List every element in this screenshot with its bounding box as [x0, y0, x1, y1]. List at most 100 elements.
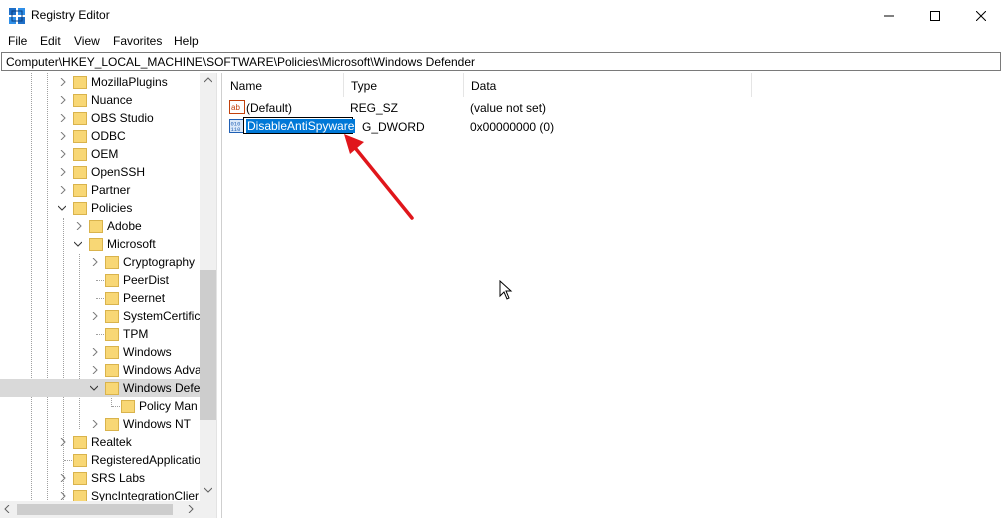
tree-item-label: RegisteredApplicatio — [91, 453, 202, 467]
scroll-right-icon[interactable] — [188, 505, 194, 513]
folder-icon — [73, 76, 87, 89]
address-bar[interactable]: Computer\HKEY_LOCAL_MACHINE\SOFTWARE\Pol… — [1, 52, 1001, 71]
menu-file[interactable]: File — [8, 34, 27, 48]
folder-icon — [105, 382, 119, 395]
tree-item-label: Partner — [91, 183, 131, 197]
scrollbar-corner — [200, 501, 216, 518]
tree-item-nuance[interactable]: Nuance — [0, 91, 200, 109]
value-data: 0x00000000 (0) — [470, 120, 555, 134]
tree-item-systemcertificates[interactable]: SystemCertific — [0, 307, 200, 325]
registry-editor-icon — [9, 8, 25, 24]
column-header-name[interactable]: Name — [222, 73, 344, 97]
tree-item-windows-nt[interactable]: Windows NT — [0, 415, 200, 433]
chevron-right-icon — [60, 96, 66, 104]
tree-item-openssh[interactable]: OpenSSH — [0, 163, 200, 181]
rename-input[interactable]: DisableAntiSpyware — [243, 117, 356, 134]
scroll-left-icon[interactable] — [4, 505, 10, 513]
folder-icon — [105, 328, 119, 341]
tree-item-label: TPM — [123, 327, 149, 341]
value-type: REG_SZ — [350, 101, 399, 115]
tree-item-cryptography[interactable]: Cryptography — [0, 253, 200, 271]
tree-item-label: Realtek — [91, 435, 132, 449]
tree-item-srs-labs[interactable]: SRS Labs — [0, 469, 200, 487]
maximize-icon — [930, 10, 940, 21]
tree-item-label: Cryptography — [123, 255, 196, 269]
tree-item-odbc[interactable]: ODBC — [0, 127, 200, 145]
tree-item-windows-defender[interactable]: Windows Defe — [0, 379, 200, 397]
tree-item-label: Windows NT — [123, 417, 192, 431]
tree-item-label: Windows Defe — [123, 381, 201, 395]
address-path: Computer\HKEY_LOCAL_MACHINE\SOFTWARE\Pol… — [6, 55, 476, 69]
close-button[interactable] — [958, 0, 1004, 31]
chevron-right-icon — [60, 438, 66, 446]
tree-item-microsoft[interactable]: Microsoft — [0, 235, 200, 253]
column-header-data[interactable]: Data — [463, 73, 752, 97]
tree-item-label: Policies — [91, 201, 133, 215]
window-title: Registry Editor — [31, 8, 110, 22]
tree-item-label: OpenSSH — [91, 165, 146, 179]
folder-icon — [73, 130, 87, 143]
folder-icon — [121, 400, 135, 413]
tree-item-policy-manager[interactable]: Policy Man — [0, 397, 200, 415]
folder-icon — [105, 292, 119, 305]
svg-text:110: 110 — [231, 126, 241, 133]
tree-item-peerdist[interactable]: PeerDist — [0, 271, 200, 289]
menu-bar: File Edit View Favorites Help — [0, 31, 1004, 51]
tree-item-adobe[interactable]: Adobe — [0, 217, 200, 235]
chevron-right-icon — [60, 474, 66, 482]
chevron-down-icon — [74, 241, 82, 247]
chevron-right-icon — [92, 366, 98, 374]
tree-item-windows-advanced[interactable]: Windows Adva — [0, 361, 202, 379]
chevron-right-icon — [92, 348, 98, 356]
tree-item-mozillaplugins[interactable]: MozillaPlugins — [0, 73, 200, 91]
folder-icon — [73, 472, 87, 485]
menu-favorites[interactable]: Favorites — [113, 34, 162, 48]
tree-item-policies[interactable]: Policies — [0, 199, 200, 217]
minimize-button[interactable] — [866, 0, 912, 31]
value-row[interactable]: ab (Default) REG_SZ (value not set) — [222, 98, 1004, 116]
tree-item-peernet[interactable]: Peernet — [0, 289, 200, 307]
tree-item-label: OEM — [91, 147, 119, 161]
rename-input-selection: DisableAntiSpyware — [246, 119, 356, 133]
menu-view[interactable]: View — [74, 34, 100, 48]
menu-edit[interactable]: Edit — [40, 34, 61, 48]
tree-horizontal-scrollbar[interactable] — [0, 501, 200, 518]
folder-icon — [73, 166, 87, 179]
chevron-right-icon — [60, 186, 66, 194]
menu-help[interactable]: Help — [174, 34, 199, 48]
tree-item-realtek[interactable]: Realtek — [0, 433, 200, 451]
folder-icon — [89, 220, 103, 233]
tree-item-label: Peernet — [123, 291, 166, 305]
maximize-button[interactable] — [912, 0, 958, 31]
folder-icon — [105, 346, 119, 359]
tree-item-label: SystemCertific — [123, 309, 201, 323]
tree-vertical-scroll-thumb[interactable] — [200, 270, 216, 420]
tree-item-label: Policy Man — [139, 399, 198, 413]
tree-item-oem[interactable]: OEM — [0, 145, 200, 163]
tree-item-windows[interactable]: Windows — [0, 343, 200, 361]
registry-tree[interactable]: MozillaPlugins Nuance OBS Studio ODBC OE… — [0, 73, 217, 518]
values-list[interactable]: Name Type Data ab (Default) REG_SZ (valu… — [221, 73, 1004, 518]
scroll-down-icon[interactable] — [204, 487, 212, 493]
tree-item-partner[interactable]: Partner — [0, 181, 200, 199]
tree-item-tpm[interactable]: TPM — [0, 325, 200, 343]
folder-icon — [73, 94, 87, 107]
tree-item-obs-studio[interactable]: OBS Studio — [0, 109, 200, 127]
folder-icon — [105, 256, 119, 269]
chevron-right-icon — [92, 420, 98, 428]
tree-vertical-scrollbar[interactable] — [200, 73, 216, 501]
folder-icon — [105, 310, 119, 323]
scroll-up-icon[interactable] — [204, 77, 212, 83]
tree-horizontal-scroll-thumb[interactable] — [17, 504, 173, 515]
chevron-right-icon — [60, 78, 66, 86]
chevron-right-icon — [60, 150, 66, 158]
folder-icon — [73, 184, 87, 197]
tree-item-label: PeerDist — [123, 273, 170, 287]
tree-item-label: SRS Labs — [91, 471, 146, 485]
tree-item-label: Microsoft — [107, 237, 156, 251]
svg-text:ab: ab — [231, 103, 240, 112]
column-header-type[interactable]: Type — [343, 73, 464, 97]
minimize-icon — [884, 15, 894, 16]
tree-item-label: Nuance — [91, 93, 133, 107]
tree-item-registeredapplications[interactable]: RegisteredApplicatio — [0, 451, 202, 469]
